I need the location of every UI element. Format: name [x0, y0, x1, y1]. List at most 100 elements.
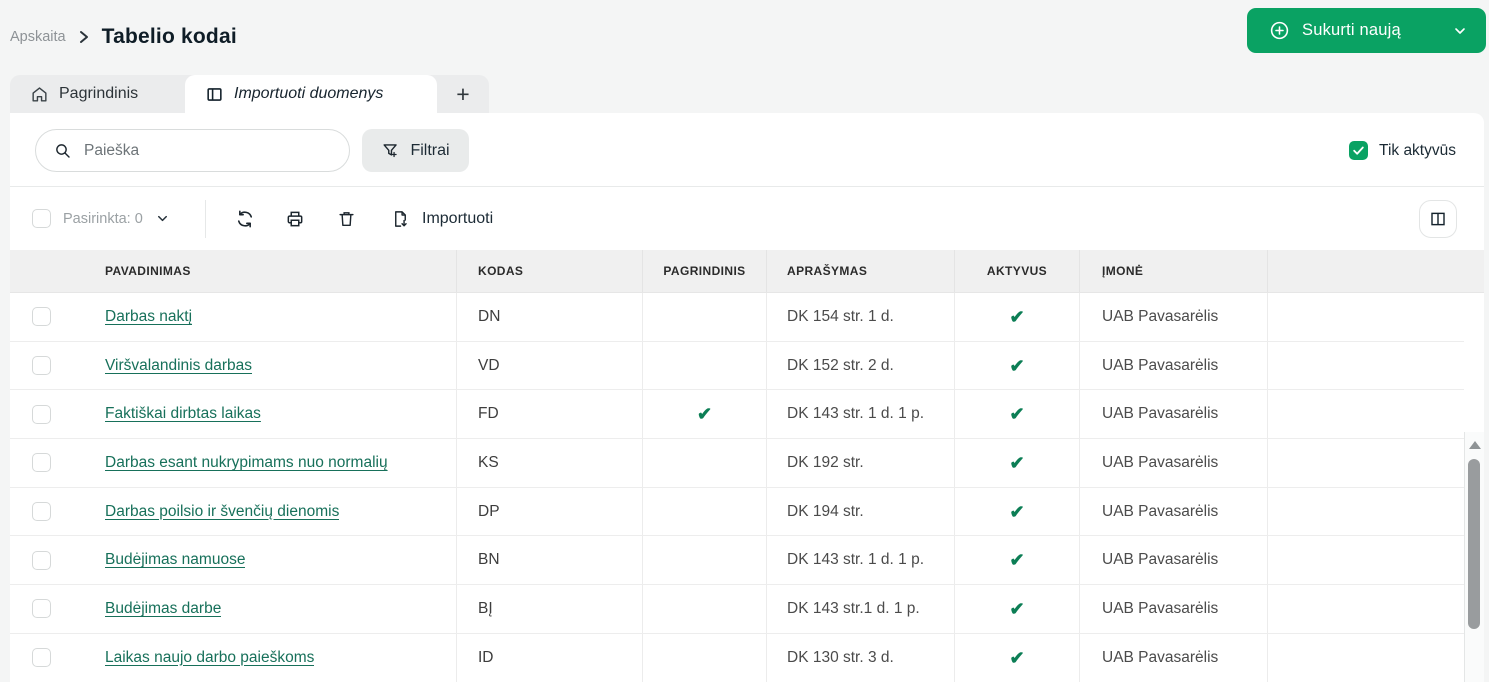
active-check-icon: ✔ [1009, 357, 1024, 375]
create-new-button[interactable]: Sukurti naują [1247, 8, 1486, 53]
column-settings-button[interactable] [1419, 200, 1457, 238]
row-name-link[interactable]: Darbas esant nukrypimams nuo normalių [105, 454, 388, 472]
row-checkbox[interactable] [32, 453, 51, 472]
active-check-icon: ✔ [1009, 600, 1024, 618]
row-code: BN [457, 536, 643, 584]
funnel-icon [381, 141, 400, 160]
col-header-company[interactable]: ĮMONĖ [1080, 250, 1268, 292]
table-body: Darbas naktį DN ✔ DK 154 str. 1 d. ✔ UAB… [10, 293, 1464, 682]
row-name-link[interactable]: Darbas naktį [105, 308, 192, 326]
filters-label: Filtrai [410, 142, 449, 160]
row-name-link[interactable]: Laikas naujo darbo paieškoms [105, 649, 314, 667]
active-check-icon: ✔ [1009, 308, 1024, 326]
selection-dropdown[interactable]: Pasirinkta: 0 [32, 187, 170, 250]
row-code: ID [457, 634, 643, 682]
filters-button[interactable]: Filtrai [362, 129, 469, 172]
divider [205, 200, 206, 238]
row-description: DK 143 str.1 d. 1 p. [767, 585, 955, 633]
row-description: DK 152 str. 2 d. [767, 342, 955, 390]
plus-circle-icon [1269, 20, 1290, 41]
row-name-link[interactable]: Faktiškai dirbtas laikas [105, 405, 261, 423]
col-header-main[interactable]: PAGRINDINIS [643, 250, 767, 292]
tab-bar: Pagrindinis Importuoti duomenys + [10, 75, 489, 113]
import-label: Importuoti [422, 210, 493, 228]
delete-button[interactable] [337, 187, 356, 250]
scrollbar-thumb[interactable] [1468, 459, 1480, 629]
col-header-description[interactable]: APRAŠYMAS [767, 250, 955, 292]
active-check-icon: ✔ [1009, 551, 1024, 569]
main-check-icon: ✔ [697, 405, 712, 423]
table-row: Faktiškai dirbtas laikas FD ✔ DK 143 str… [10, 390, 1464, 439]
row-code: FD [457, 390, 643, 438]
search-input[interactable] [84, 142, 314, 160]
row-description: DK 194 str. [767, 488, 955, 536]
active-only-label: Tik aktyvūs [1379, 142, 1456, 160]
active-check-icon: ✔ [1009, 649, 1024, 667]
table-row: Darbas poilsio ir švenčių dienomis DP ✔ … [10, 488, 1464, 537]
row-checkbox[interactable] [32, 599, 51, 618]
row-company: UAB Pavasarėlis [1080, 293, 1268, 341]
select-all-checkbox[interactable] [32, 209, 51, 228]
row-checkbox[interactable] [32, 648, 51, 667]
row-description: DK 154 str. 1 d. [767, 293, 955, 341]
row-checkbox[interactable] [32, 307, 51, 326]
row-description: DK 192 str. [767, 439, 955, 487]
row-name-link[interactable]: Budėjimas darbe [105, 600, 221, 618]
page-title: Tabelio kodai [102, 25, 237, 49]
print-button[interactable] [285, 187, 305, 250]
row-name-link[interactable]: Darbas poilsio ir švenčių dienomis [105, 503, 339, 521]
layout-panel-icon [205, 85, 224, 104]
table-row: Budėjimas namuose BN ✔ DK 143 str. 1 d. … [10, 536, 1464, 585]
breadcrumb-parent[interactable]: Apskaita [10, 29, 66, 45]
col-header-active[interactable]: AKTYVUS [955, 250, 1080, 292]
row-company: UAB Pavasarėlis [1080, 634, 1268, 682]
home-icon [30, 85, 49, 104]
content-panel: Filtrai Tik aktyvūs Pasirinkta: 0 [10, 113, 1484, 682]
row-company: UAB Pavasarėlis [1080, 536, 1268, 584]
active-only-checkbox[interactable] [1349, 141, 1368, 160]
selection-count-label: Pasirinkta: 0 [63, 211, 143, 227]
import-action[interactable]: Importuoti [391, 187, 493, 250]
tab-importuoti-duomenys[interactable]: Importuoti duomenys [185, 75, 437, 113]
create-new-label: Sukurti naują [1302, 21, 1401, 40]
table-row: Darbas esant nukrypimams nuo normalių KS… [10, 439, 1464, 488]
table-row: Viršvalandinis darbas VD ✔ DK 152 str. 2… [10, 342, 1464, 391]
table-row: Budėjimas darbe BĮ ✔ DK 143 str.1 d. 1 p… [10, 585, 1464, 634]
col-header-empty [1268, 250, 1484, 292]
row-name-link[interactable]: Viršvalandinis darbas [105, 357, 252, 375]
row-company: UAB Pavasarėlis [1080, 585, 1268, 633]
active-check-icon: ✔ [1009, 454, 1024, 472]
row-checkbox[interactable] [32, 356, 51, 375]
search-icon [54, 142, 72, 160]
row-description: DK 143 str. 1 d. 1 p. [767, 536, 955, 584]
row-description: DK 143 str. 1 d. 1 p. [767, 390, 955, 438]
row-checkbox[interactable] [32, 551, 51, 570]
columns-icon [1429, 210, 1447, 228]
row-checkbox[interactable] [32, 405, 51, 424]
col-header-name[interactable]: PAVADINIMAS [10, 250, 457, 292]
row-company: UAB Pavasarėlis [1080, 390, 1268, 438]
search-box[interactable] [35, 129, 350, 172]
active-only-toggle[interactable]: Tik aktyvūs [1349, 129, 1456, 172]
row-company: UAB Pavasarėlis [1080, 488, 1268, 536]
vertical-scrollbar[interactable] [1464, 432, 1484, 682]
table-row: Darbas naktį DN ✔ DK 154 str. 1 d. ✔ UAB… [10, 293, 1464, 342]
scroll-up-arrow-icon[interactable] [1469, 441, 1481, 449]
table-header-row: PAVADINIMAS KODAS PAGRINDINIS APRAŠYMAS … [10, 250, 1484, 293]
breadcrumb-chevron-icon [78, 30, 90, 44]
chevron-down-icon[interactable] [1452, 23, 1468, 39]
add-tab-button[interactable]: + [437, 75, 489, 113]
row-checkbox[interactable] [32, 502, 51, 521]
row-code: DP [457, 488, 643, 536]
row-code: BĮ [457, 585, 643, 633]
refresh-button[interactable] [235, 187, 255, 250]
page-header: Apskaita Tabelio kodai Sukurti naują [10, 14, 1489, 60]
row-name-link[interactable]: Budėjimas namuose [105, 551, 245, 569]
app-root: Apskaita Tabelio kodai Sukurti naują Pag… [0, 0, 1489, 682]
tab-pagrindinis[interactable]: Pagrindinis [10, 75, 185, 113]
row-code: VD [457, 342, 643, 390]
chevron-down-icon[interactable] [155, 211, 170, 226]
tab-pagrindinis-label: Pagrindinis [59, 85, 138, 103]
import-file-icon [391, 209, 410, 229]
col-header-code[interactable]: KODAS [457, 250, 643, 292]
